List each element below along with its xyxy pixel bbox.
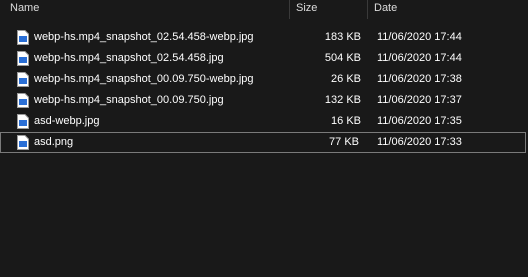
file-name: webp-hs.mp4_snapshot_02.54.458.jpg — [34, 52, 224, 64]
file-name: webp-hs.mp4_snapshot_02.54.458-webp.jpg — [34, 31, 254, 43]
file-size: 77 KB — [329, 136, 359, 148]
file-row[interactable]: webp-hs.mp4_snapshot_02.54.458-webp.jpg … — [0, 27, 528, 48]
file-size: 183 KB — [324, 31, 361, 43]
file-name: asd-webp.jpg — [34, 115, 100, 127]
file-row[interactable]: asd-webp.jpg 16 KB 11/06/2020 17:35 — [0, 111, 528, 132]
image-file-icon — [17, 51, 29, 66]
column-header-date[interactable]: Date — [368, 0, 528, 19]
file-list: webp-hs.mp4_snapshot_02.54.458-webp.jpg … — [0, 27, 528, 153]
file-size: 16 KB — [331, 115, 361, 127]
file-name: webp-hs.mp4_snapshot_00.09.750.jpg — [34, 94, 224, 106]
file-date: 11/06/2020 17:35 — [377, 115, 462, 127]
column-header-name[interactable]: Name — [0, 0, 290, 19]
column-header-size[interactable]: Size — [290, 0, 368, 19]
file-row[interactable]: webp-hs.mp4_snapshot_00.09.750.jpg 132 K… — [0, 90, 528, 111]
file-date: 11/06/2020 17:37 — [377, 94, 462, 106]
file-size: 132 KB — [324, 94, 361, 106]
image-file-icon — [17, 72, 29, 87]
file-date: 11/06/2020 17:38 — [377, 73, 462, 85]
image-file-icon — [17, 93, 29, 108]
image-file-icon — [17, 114, 29, 129]
file-size: 504 KB — [324, 52, 361, 64]
file-row[interactable]: webp-hs.mp4_snapshot_00.09.750-webp.jpg … — [0, 69, 528, 90]
file-name: asd.png — [34, 136, 74, 148]
file-row-selected[interactable]: asd.png 77 KB 11/06/2020 17:33 — [0, 132, 526, 153]
file-name: webp-hs.mp4_snapshot_00.09.750-webp.jpg — [34, 73, 254, 85]
image-file-icon — [17, 135, 29, 150]
file-size: 26 KB — [331, 73, 361, 85]
file-date: 11/06/2020 17:44 — [377, 52, 462, 64]
file-row[interactable]: webp-hs.mp4_snapshot_02.54.458.jpg 504 K… — [0, 48, 528, 69]
file-date: 11/06/2020 17:44 — [377, 31, 462, 43]
image-file-icon — [17, 30, 29, 45]
column-header-bar: Name Size Date — [0, 0, 528, 19]
file-date: 11/06/2020 17:33 — [377, 136, 462, 148]
